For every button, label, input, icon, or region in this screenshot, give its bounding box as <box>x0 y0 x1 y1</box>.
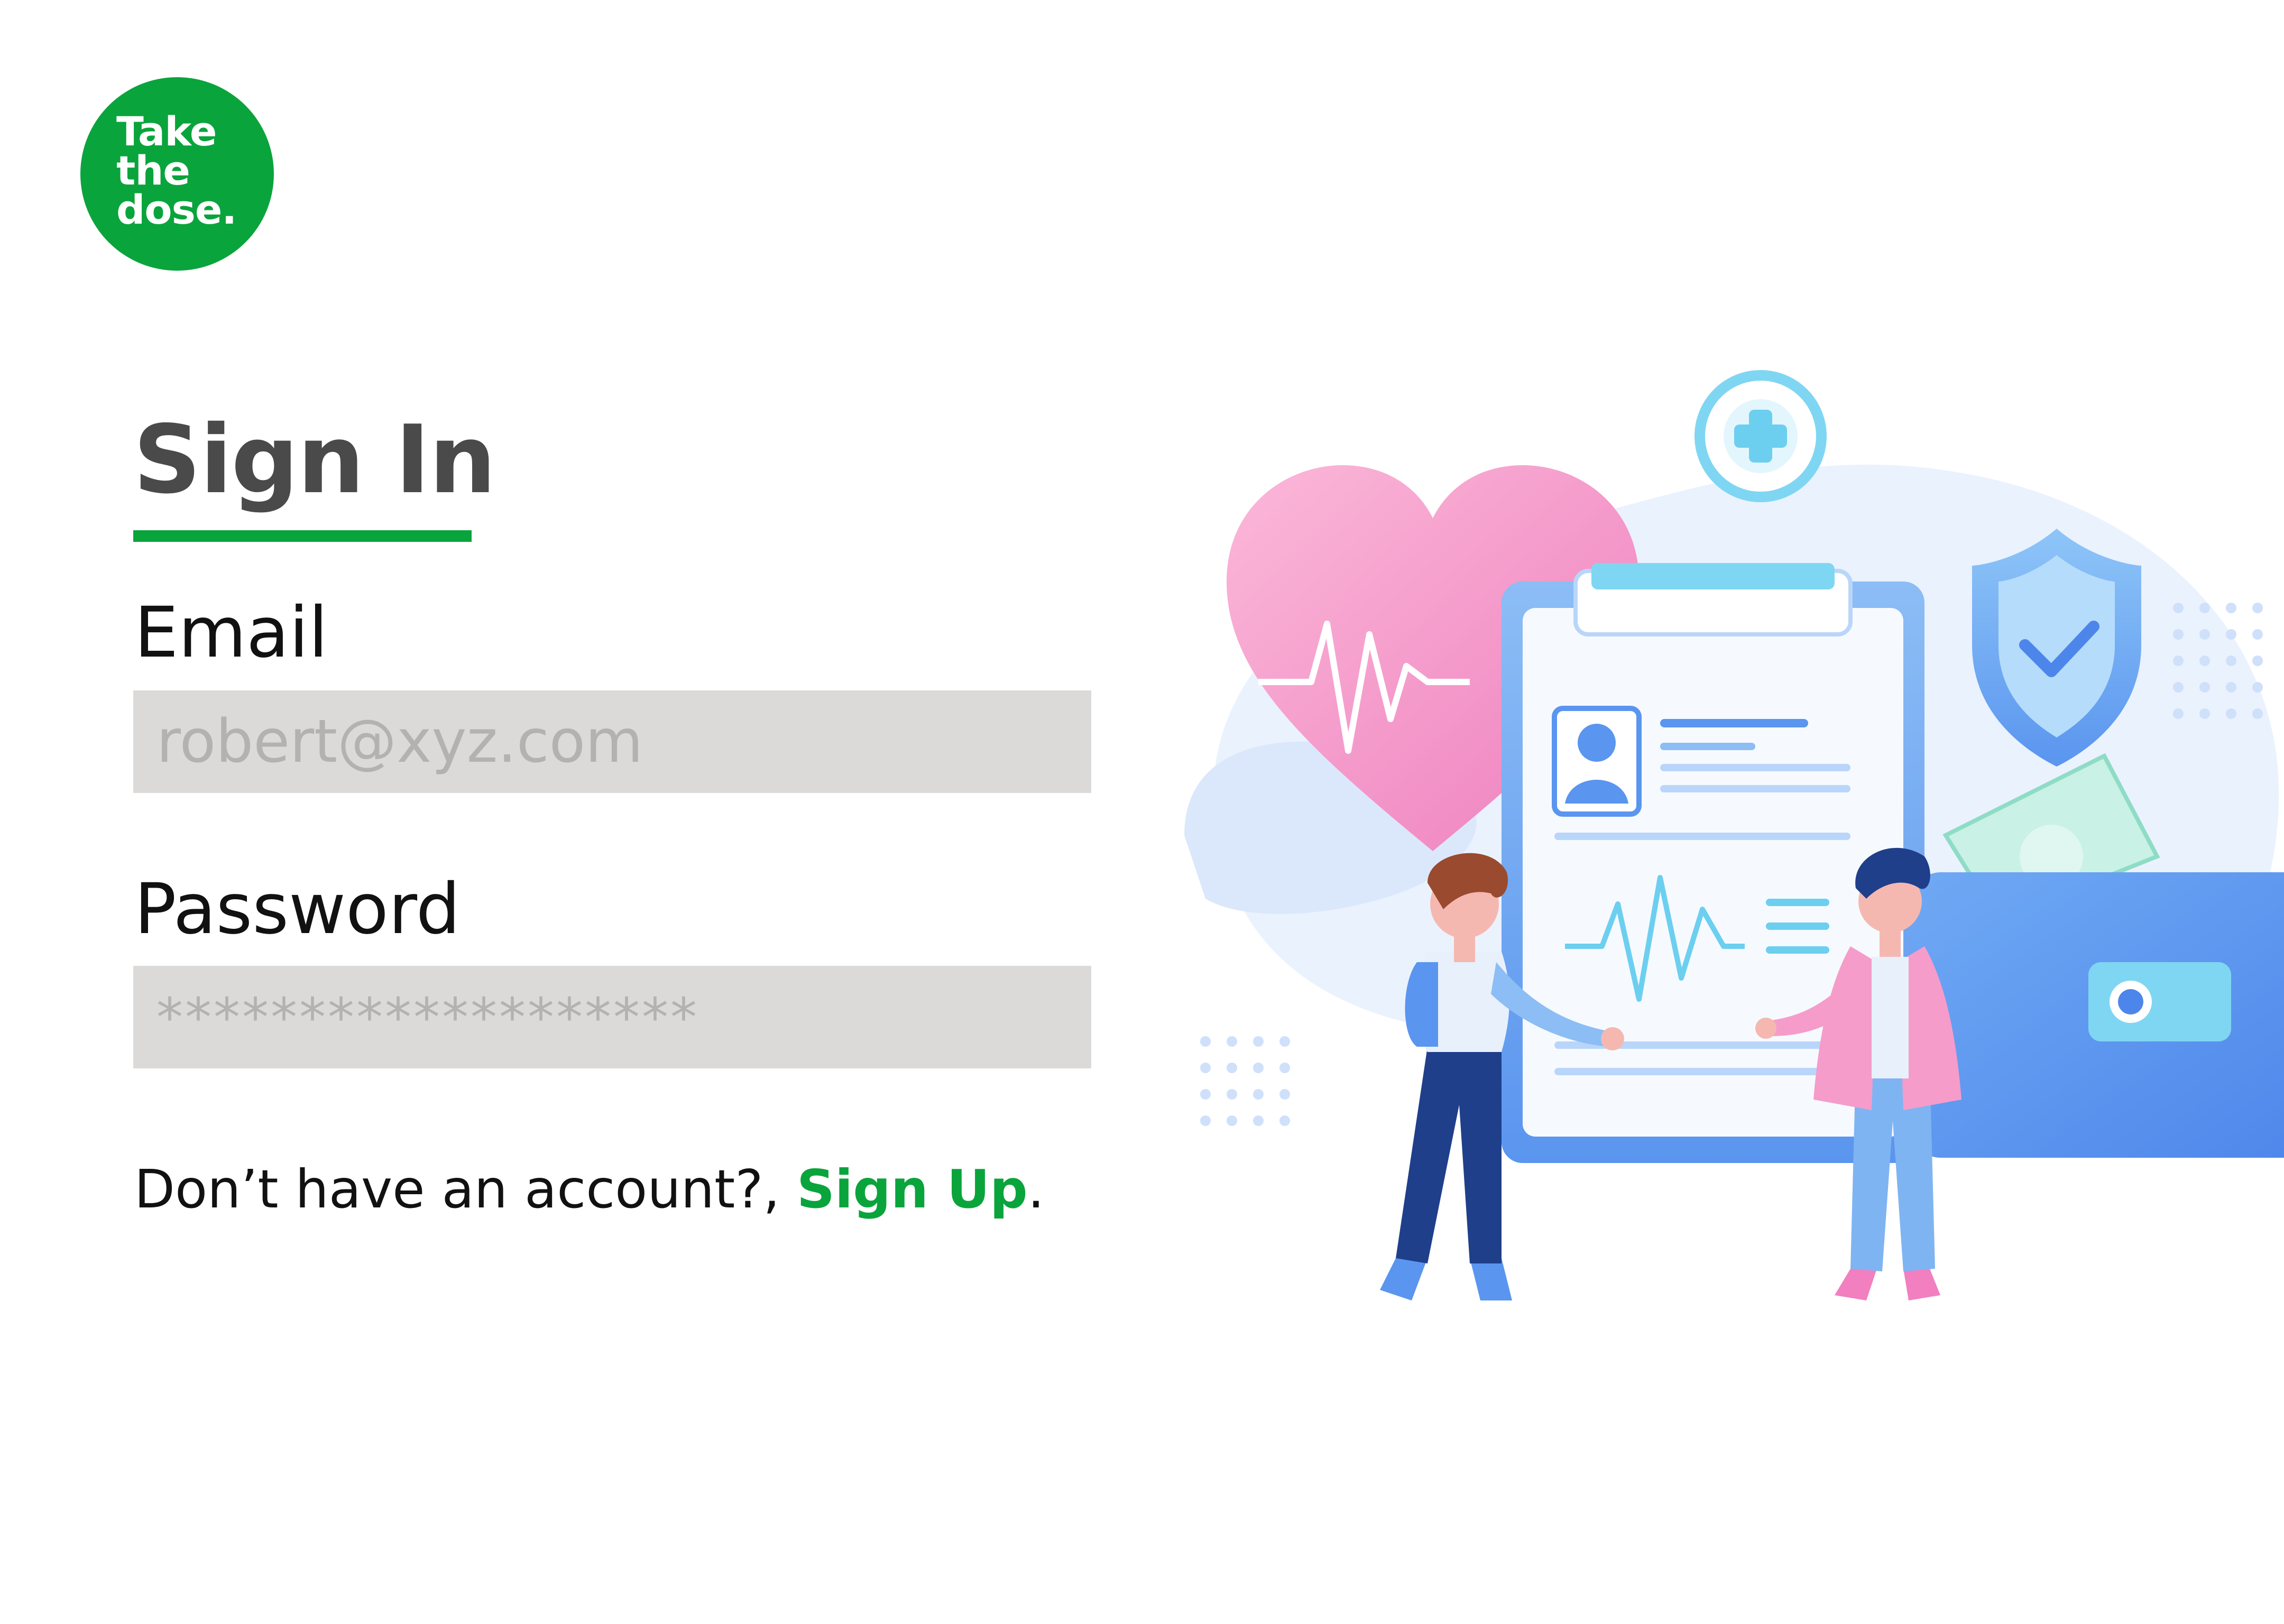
page-title: Sign In <box>133 405 496 514</box>
title-underline <box>133 530 472 542</box>
password-label: Password <box>134 869 461 950</box>
logo-text: Take the dose. <box>116 108 237 233</box>
signup-link[interactable]: Sign Up <box>797 1158 1028 1220</box>
signup-prompt: Don’t have an account?, Sign Up. <box>134 1152 1044 1226</box>
signup-prompt-text: Don’t have an account?, <box>134 1158 797 1220</box>
signup-trailing-period: . <box>1027 1158 1045 1220</box>
logo-line-1: Take <box>116 108 217 155</box>
email-input[interactable] <box>133 690 1091 793</box>
medical-illustration <box>1184 370 2284 1300</box>
logo-line-3: dose. <box>116 186 237 233</box>
email-label: Email <box>134 592 328 673</box>
logo-line-2: the <box>116 147 190 194</box>
plus-circle-icon <box>1694 370 1827 502</box>
password-input[interactable] <box>133 966 1091 1068</box>
brand-logo: Take the dose. <box>80 77 274 271</box>
